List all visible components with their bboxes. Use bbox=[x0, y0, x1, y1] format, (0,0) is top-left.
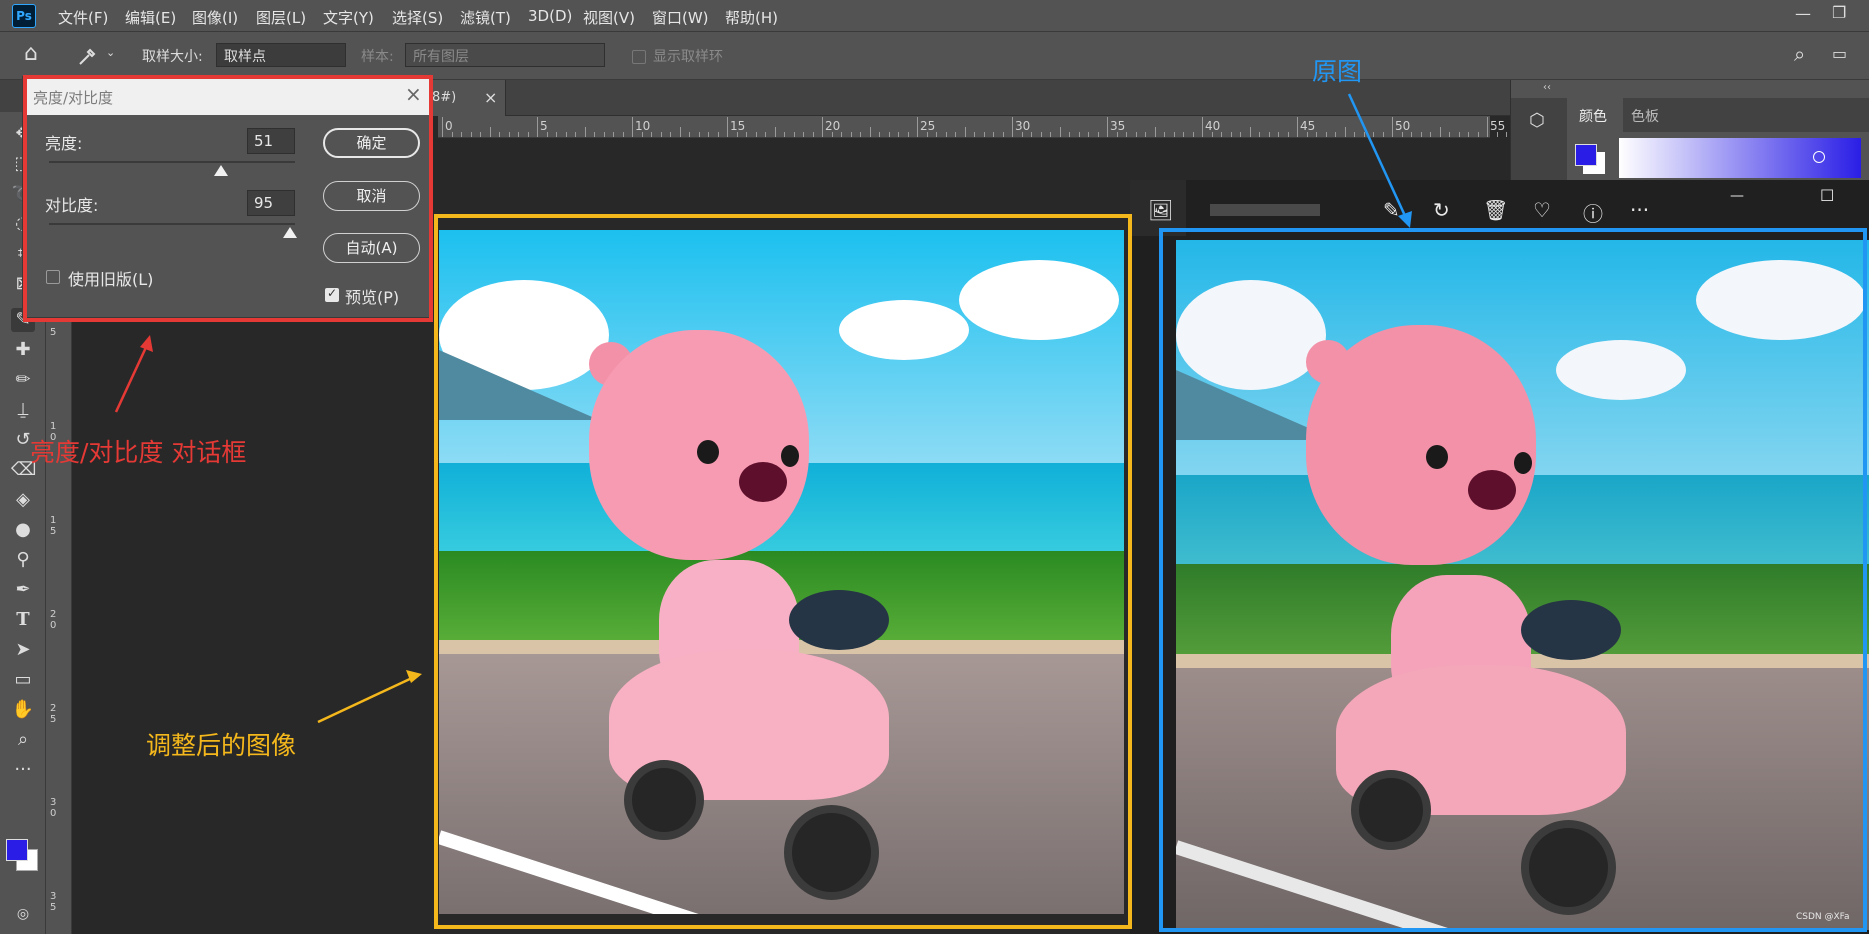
red-arrow-head bbox=[140, 335, 153, 352]
red-arrow bbox=[114, 342, 150, 413]
blue-arrow bbox=[1347, 93, 1408, 219]
foreground-color-swatch[interactable] bbox=[6, 839, 28, 861]
original-annotation: 原图 bbox=[1312, 57, 1363, 86]
panel-foreground-swatch[interactable] bbox=[1575, 144, 1597, 166]
orange-arrow bbox=[317, 676, 413, 724]
dialog-annotation: 亮度/对比度 对话框 bbox=[30, 438, 247, 467]
annotation-arrows bbox=[114, 93, 1412, 724]
adjusted-annotation: 调整后的图像 bbox=[146, 731, 297, 760]
blue-arrow-head bbox=[1398, 211, 1412, 228]
